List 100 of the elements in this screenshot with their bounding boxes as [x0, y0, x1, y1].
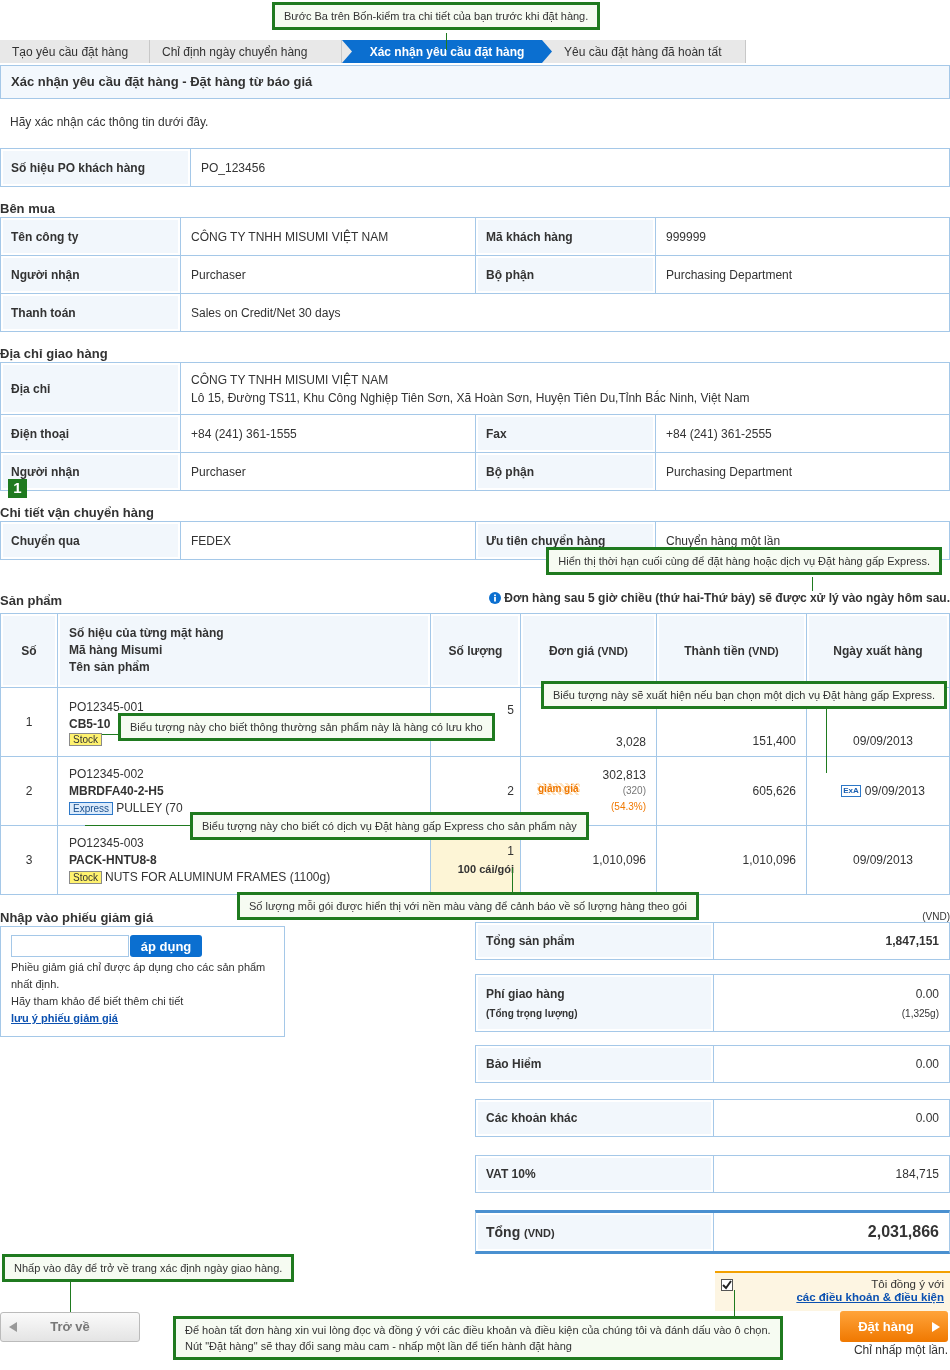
label-cell: Tên công ty: [0, 217, 181, 256]
express-badge: Express: [69, 801, 114, 815]
value-cell: Purchaser: [180, 452, 476, 491]
leader-line: [812, 577, 813, 591]
currency-label: (VND): [922, 911, 950, 922]
header-label: Số lượng: [448, 643, 503, 658]
total-sublabel: (Tổng trọng lượng): [486, 1007, 579, 1021]
callout-text: Nút "Đặt hàng" sẽ thay đổi sang màu cam - nhấp một lần để tiến hành đặt hàng: [185, 1339, 572, 1354]
product-code: MBRDFA40-2-H5: [69, 782, 164, 800]
header-unit: (VND): [748, 644, 779, 657]
coupon-link[interactable]: lưu ý phiếu giảm giá: [11, 1012, 118, 1024]
express-icon: ExA: [841, 785, 861, 797]
order-number: PO12345-003: [69, 834, 144, 852]
table-cell: 3: [0, 825, 58, 895]
unit-price: 1,010,096: [592, 852, 646, 868]
value-cell: CÔNG TY TNHH MISUMI VIỆT NAM: [180, 217, 476, 256]
stock-badge: Stock: [69, 732, 102, 746]
quantity-value: 1: [506, 843, 514, 859]
terms-link[interactable]: các điều khoản & điều kiện: [796, 1291, 944, 1303]
label-cell: Fax: [475, 414, 656, 453]
product-name: PULLEY (70: [116, 799, 183, 817]
value-cell: Sales on Credit/Net 30 days: [180, 293, 950, 332]
address-line: Lô 15, Đường TS11, Khu Công Nghiệp Tiên Sơn, Xã Hoàn Sơn, Huyện Tiên Du,Tỉnh Bắc Ninh, Việt Nam: [191, 389, 751, 407]
apply-button[interactable]: áp dụng: [130, 935, 202, 957]
callout-text: Biểu tượng này cho biết có dịch vụ Đặt hàng gấp Express cho sản phẩm này: [202, 819, 577, 834]
total-label: Tổng sản phẩm: [486, 933, 576, 950]
discount-rate: (54.3%): [611, 800, 646, 814]
checkmark-icon: [722, 1280, 732, 1290]
value-cell: 999999: [655, 217, 950, 256]
pack-size: 100 cái/gói: [456, 862, 514, 877]
total-label: Bảo Hiểm: [486, 1056, 543, 1073]
quantity-value: 2: [506, 783, 514, 799]
header-label: Thành tiền: [684, 643, 746, 658]
coupon-note: Phiều giảm giá chỉ được áp dụng cho các sản phẩm nhất định.: [11, 960, 267, 992]
header-unit: (VND): [597, 644, 629, 657]
total-value: 184,715: [895, 1166, 939, 1183]
total-unit: (VND): [524, 1226, 555, 1239]
left-arrow-icon: [9, 1322, 17, 1332]
section-heading: Chi tiết vận chuyển hàng: [0, 506, 155, 520]
page-title: Xác nhận yêu cầu đặt hàng - Đặt hàng từ báo giá: [0, 65, 950, 99]
label-cell: Điện thoại: [0, 414, 181, 453]
value-cell: Purchaser: [180, 255, 476, 294]
coupon-field[interactable]: [11, 935, 129, 957]
back-button[interactable]: Trở về: [0, 1312, 140, 1342]
total-label: VAT 10%: [486, 1166, 537, 1183]
unit-price: 3,028: [615, 734, 646, 750]
value-cell: PO_123456: [190, 148, 950, 187]
label-cell: Người nhận: [0, 255, 181, 294]
header-label: Ngày xuất hàng: [833, 643, 923, 658]
table-cell: 2: [0, 756, 58, 826]
total-value: 0.00: [915, 986, 939, 1003]
callout-text: Biểu tượng này cho biết thông thường sản phẩm này là hàng có lưu kho: [130, 720, 483, 735]
value-cell: +84 (241) 361-1555: [180, 414, 476, 453]
label-cell: Địa chỉ: [0, 362, 181, 415]
step-tab[interactable]: Chỉ định ngày chuyển hàng: [150, 40, 342, 63]
section-heading: Sản phẩm: [0, 594, 63, 608]
ship-date: 09/09/2013: [852, 852, 914, 869]
info-note: Đơn hàng sau 5 giờ chiều (thứ hai-Thứ bảy) sẽ được xử lý vào ngày hôm sau.: [504, 591, 950, 605]
order-number: PO12345-001: [69, 698, 144, 716]
label-cell: Thanh toán: [0, 293, 181, 332]
order-note: Chỉ nhấp một lần.: [853, 1343, 948, 1357]
ship-date: 09/09/2013: [852, 733, 914, 750]
leader-line: [446, 33, 447, 50]
callout-text: Bước Ba trên Bốn-kiểm tra chi tiết của bạn trước khi đặt hàng.: [284, 9, 589, 24]
label-cell: Số hiệu PO khách hàng: [0, 148, 191, 187]
header-line: Tên sản phẩm: [69, 659, 151, 676]
stock-badge: Stock: [69, 870, 102, 884]
list-price: (320): [622, 784, 646, 798]
section-heading: Địa chỉ giao hàng: [0, 347, 109, 361]
address-line: CÔNG TY TNHH MISUMI VIỆT NAM: [191, 371, 390, 389]
coupon-help: Hãy tham khảo để biết thêm chi tiết lưu ý phiếu giảm giá: [11, 994, 185, 1026]
callout-text: Số lượng mỗi gói được hiển thị với nền màu vàng để cảnh báo về số lượng hàng theo gói: [249, 899, 688, 914]
unit-price: 302,813: [602, 767, 646, 783]
table-cell: 1: [0, 687, 58, 757]
header-label: Đơn giá: [548, 643, 596, 658]
callout-text: Để hoàn tất đơn hàng xin vui lòng đọc và đồng ý với các điều khoản và điều kiện của chúng tôi và đánh dấu vào ô chọn.: [185, 1323, 771, 1338]
info-icon: [489, 592, 502, 604]
total-subvalue: (1,325g): [901, 1007, 939, 1021]
value-cell: +84 (241) 361-2555: [655, 414, 950, 453]
total-label: Các khoản khác: [486, 1110, 579, 1127]
step-tab[interactable]: Xác nhận yêu cầu đặt hàng: [342, 40, 552, 63]
label-cell: Mã khách hàng: [475, 217, 656, 256]
step-tab[interactable]: Yêu cầu đặt hàng đã hoàn tất: [552, 40, 746, 63]
intro-text: Hãy xác nhận các thông tin dưới đây.: [9, 115, 210, 129]
total-value: 1,847,151: [885, 933, 939, 950]
ship-date: 09/09/2013: [864, 783, 925, 800]
section-heading: Nhập vào phiếu giảm giá: [0, 911, 155, 925]
callout-text: Nhấp vào đây để trở về trang xác định ngày giao hàng.: [14, 1261, 283, 1276]
value-cell: Purchasing Department: [655, 255, 950, 294]
agree-checkbox[interactable]: [721, 1279, 733, 1291]
agreement-text: Tôi đồng ý với các điều khoản & điều kiện: [795, 1278, 944, 1304]
value-cell: Purchasing Department: [655, 452, 950, 491]
product-code: CB5-10: [69, 715, 111, 733]
total-value: 0.00: [915, 1056, 939, 1073]
total-value: 0.00: [915, 1110, 939, 1127]
order-number: PO12345-002: [69, 765, 144, 783]
step-tab[interactable]: Tạo yêu cầu đặt hàng: [0, 40, 150, 63]
table-cell: 605,626: [656, 756, 807, 826]
step-marker: 1: [8, 479, 27, 498]
header-line: Số hiệu của từng mặt hàng: [69, 625, 225, 642]
